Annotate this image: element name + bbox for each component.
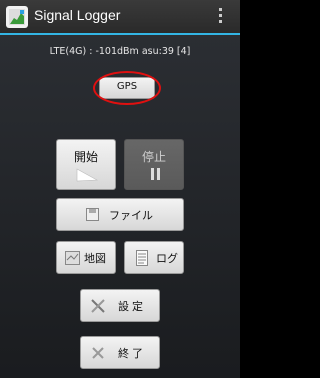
stop-button[interactable]: 停止 <box>124 139 184 190</box>
close-icon <box>92 347 104 362</box>
pause-icon <box>151 168 161 183</box>
settings-button-label: 設定 <box>118 300 146 313</box>
gps-highlight-circle <box>93 71 161 105</box>
start-button-label: 開始 <box>73 150 98 164</box>
start-button[interactable]: 開始 <box>56 139 116 190</box>
action-bar: Signal Logger <box>0 0 240 33</box>
file-button-label: ファイル <box>109 209 153 222</box>
file-button[interactable]: ファイル <box>56 198 184 231</box>
app-title: Signal Logger <box>34 7 121 23</box>
map-icon <box>65 251 80 268</box>
stop-button-label: 停止 <box>141 150 166 164</box>
settings-button[interactable]: 設定 <box>80 289 160 322</box>
app-icon <box>6 6 28 28</box>
file-icon <box>86 208 99 224</box>
overflow-menu-icon[interactable] <box>219 8 223 25</box>
play-icon <box>76 168 99 185</box>
log-button-label: ログ <box>156 252 178 265</box>
log-icon <box>136 250 148 269</box>
exit-button-label: 終了 <box>118 347 146 360</box>
map-button-label: 地図 <box>84 252 106 265</box>
map-button[interactable]: 地図 <box>56 241 116 274</box>
tools-icon <box>90 298 106 317</box>
signal-status-text: LTE(4G) : -101dBm asu:39 [4] <box>49 46 191 57</box>
log-button[interactable]: ログ <box>124 241 184 274</box>
exit-button[interactable]: 終了 <box>80 336 160 369</box>
